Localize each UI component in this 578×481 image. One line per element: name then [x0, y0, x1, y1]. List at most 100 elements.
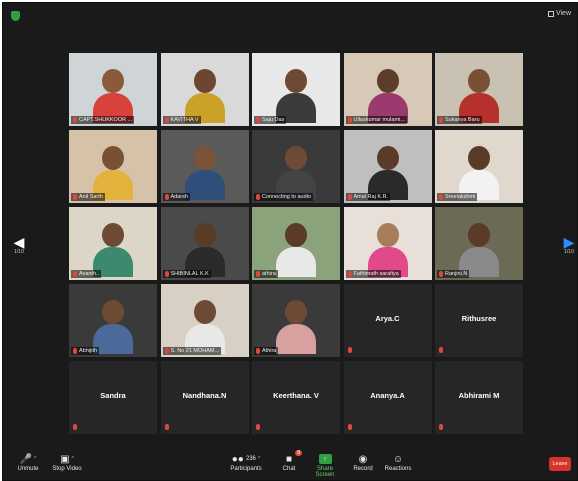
- participant-nameplate: SHIBINLAL K.K: [162, 270, 211, 278]
- microphone-muted-icon: [73, 348, 77, 354]
- participant-name: Ananya.A: [370, 391, 405, 400]
- participant-name: Ranjini.N: [445, 271, 468, 277]
- microphone-muted-icon: [256, 194, 260, 200]
- participants-button[interactable]: ●● 236 ^ Participants: [225, 452, 267, 473]
- microphone-muted-icon: [347, 117, 352, 123]
- participant-nameplate: Anil Sarth: [71, 193, 105, 201]
- participant-nameplate: Adarsh: [162, 193, 190, 201]
- participants-count: 236: [245, 456, 256, 462]
- reactions-label: Reactions: [384, 466, 412, 472]
- participant-tile[interactable]: S. No 21 MOHAM...: [160, 284, 249, 357]
- microphone-muted-icon: [164, 348, 169, 354]
- participant-nameplate: Sreelakshmi: [437, 193, 478, 201]
- video-camera-icon: ▣: [60, 453, 70, 465]
- record-label: Record: [353, 466, 373, 472]
- participant-tile[interactable]: Ranjini.N: [435, 207, 523, 280]
- participant-face: [102, 223, 124, 248]
- participant-tile[interactable]: Anil Sarth: [69, 130, 157, 203]
- chevron-left-icon: ◀: [13, 234, 25, 250]
- participant-tile[interactable]: Sreelakshmi: [435, 130, 523, 203]
- microphone-muted-icon: [73, 194, 77, 200]
- participant-body: [184, 170, 225, 201]
- reactions-button[interactable]: ☺ Reactions: [383, 452, 413, 473]
- microphone-muted-icon: [439, 271, 443, 277]
- microphone-muted-icon: [164, 194, 169, 200]
- unmute-button[interactable]: 🎤 ^ Unmute: [13, 452, 43, 473]
- microphone-muted-icon: [164, 271, 169, 277]
- participant-name: Ullaskumar mulami...: [353, 117, 405, 123]
- participant-tile[interactable]: Sukanya Baru: [435, 53, 523, 126]
- participant-name: SHIBINLAL K.K: [170, 271, 209, 277]
- participant-name: Amal Raj K.R.: [353, 194, 389, 200]
- microphone-muted-icon: [347, 194, 352, 200]
- participant-face: [285, 223, 307, 248]
- participant-tile[interactable]: Athira: [252, 284, 340, 357]
- participant-tile[interactable]: KAVITHA V: [160, 53, 249, 126]
- chat-button[interactable]: ■ 8 Chat: [277, 450, 302, 472]
- caret-up-icon: ^: [34, 456, 37, 462]
- microphone-muted-icon: [256, 348, 260, 354]
- participant-tile[interactable]: Ullaskumar mulami...: [343, 53, 432, 126]
- participant-name: Keerthana. V: [273, 391, 319, 400]
- participant-face: [285, 146, 307, 171]
- participant-name: Sreelakshmi: [445, 194, 476, 200]
- participant-tile[interactable]: Abhirami M: [435, 361, 523, 434]
- participant-face: [468, 146, 490, 171]
- participants-label: Participants: [230, 466, 262, 472]
- participant-face: [193, 69, 216, 94]
- microphone-muted-icon: [256, 117, 260, 123]
- participant-tile[interactable]: Ananya.A: [343, 361, 432, 434]
- leave-button[interactable]: Leave: [549, 457, 571, 471]
- caret-up-icon: ^: [71, 456, 74, 462]
- previous-page-button[interactable]: ◀ 1/10: [11, 235, 27, 255]
- next-page-button[interactable]: ▶ 1/10: [561, 235, 577, 255]
- view-button[interactable]: View: [547, 10, 571, 17]
- participant-tile[interactable]: Nandhana.N: [160, 361, 249, 434]
- microphone-muted-icon: [347, 271, 352, 277]
- share-screen-icon: ↑: [318, 454, 332, 464]
- participant-tile[interactable]: Adarsh: [160, 130, 249, 203]
- caret-up-icon: ^: [257, 456, 261, 462]
- participant-tile[interactable]: Abhijith: [69, 284, 157, 357]
- grid-view-icon: [547, 10, 554, 17]
- participant-tile[interactable]: Sandra: [69, 361, 157, 434]
- participant-nameplate: Avanth..: [71, 270, 102, 278]
- participant-face: [193, 223, 216, 248]
- view-label: View: [555, 10, 571, 17]
- participant-nameplate: S. No 21 MOHAM...: [162, 347, 222, 355]
- stop-video-button[interactable]: ▣ ^ Stop Video: [49, 452, 85, 473]
- participant-tile[interactable]: CAPT.SHUKKOOR ...: [69, 53, 157, 126]
- participant-tile[interactable]: Avanth..: [69, 207, 157, 280]
- participant-tile[interactable]: athira: [252, 207, 340, 280]
- participant-name: athira: [262, 271, 276, 277]
- participant-nameplate: Connecting to audio: [254, 193, 313, 201]
- participant-name: Sandra: [100, 391, 126, 400]
- microphone-muted-icon: [73, 424, 77, 430]
- participant-face: [376, 69, 399, 94]
- participant-tile[interactable]: Rithusree: [435, 284, 523, 357]
- stop-video-label: Stop Video: [52, 466, 82, 472]
- participant-tile[interactable]: Amal Raj K.R.: [343, 130, 432, 203]
- participant-tile[interactable]: Keerthana. V: [252, 361, 340, 434]
- participant-nameplate: CAPT.SHUKKOOR ...: [71, 116, 135, 124]
- participant-body: [276, 324, 316, 355]
- participant-face: [376, 146, 399, 171]
- participant-tile[interactable]: Saju Das: [252, 53, 340, 126]
- security-shield-icon[interactable]: [11, 11, 20, 21]
- participant-face: [285, 300, 307, 325]
- record-button[interactable]: ◉ Record: [351, 452, 375, 473]
- microphone-muted-icon: [73, 117, 77, 123]
- participant-tile[interactable]: Arya.C: [343, 284, 432, 357]
- participant-name: Athira: [262, 348, 277, 354]
- video-gallery-grid: CAPT.SHUKKOOR ... KAVITHA V Saju Das Ullask…: [69, 53, 523, 434]
- participant-tile[interactable]: Fathimath sarafiya: [343, 207, 432, 280]
- share-screen-button[interactable]: ↑ Share Screen: [307, 452, 343, 478]
- microphone-muted-icon: [73, 271, 77, 277]
- meeting-toolbar: 🎤 ^ Unmute ▣ ^ Stop Video ●● 236 ^ Participa…: [3, 446, 577, 480]
- microphone-muted-icon: [256, 271, 260, 277]
- participant-name: Avanth..: [79, 271, 100, 277]
- participant-tile[interactable]: Connecting to audio: [252, 130, 340, 203]
- page-indicator-left: 1/10: [14, 249, 24, 255]
- participant-tile[interactable]: SHIBINLAL K.K: [160, 207, 249, 280]
- record-icon: ◉: [358, 453, 368, 465]
